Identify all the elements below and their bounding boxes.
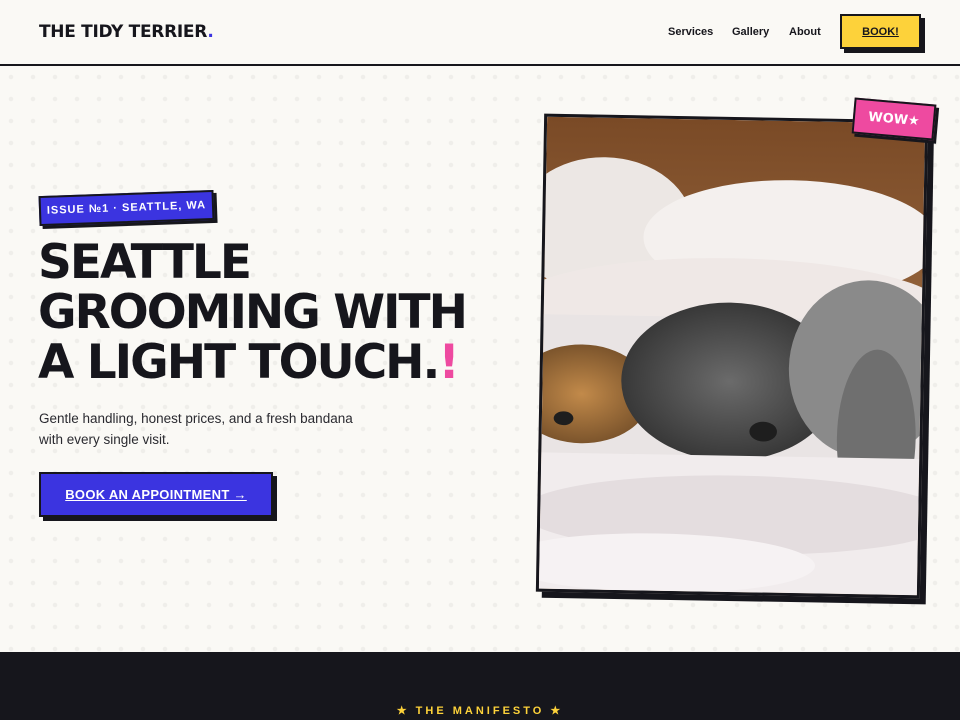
headline-line-1: SEATTLE [38, 235, 252, 290]
hero-headline: SEATTLE GROOMING WITH A LIGHT TOUCH.! [38, 238, 528, 388]
sleeping-dogs-image [538, 116, 926, 596]
manifesto-label: ★ THE MANIFESTO ★ [396, 705, 564, 717]
headline-line-3: A LIGHT TOUCH.! [38, 338, 528, 388]
headline-line-2: GROOMING WITH [38, 285, 468, 340]
hero-photo [535, 113, 929, 599]
issue-badge: ISSUE №1 · SEATTLE, WA [38, 189, 215, 227]
nav-book-button[interactable]: BOOK! [840, 14, 921, 49]
book-appointment-button[interactable]: BOOK AN APPOINTMENT → [39, 472, 273, 517]
navbar: THE TIDY TERRIER. Services Gallery About… [0, 0, 960, 66]
nav-link-about[interactable]: About [789, 26, 821, 38]
hero-subtitle: Gentle handling, honest prices, and a fr… [39, 411, 353, 447]
wow-sticker: WOW★ [851, 97, 937, 141]
brand-name: THE TIDY TERRIER [39, 22, 208, 42]
brand-dot: . [207, 22, 214, 42]
nav-link-services[interactable]: Services [668, 26, 713, 38]
manifesto-section: ★ THE MANIFESTO ★ [0, 652, 960, 720]
nav-link-gallery[interactable]: Gallery [732, 26, 769, 38]
brand-logo[interactable]: THE TIDY TERRIER. [39, 22, 214, 42]
headline-line-3-text: A LIGHT TOUCH. [38, 335, 440, 390]
headline-exclamation: ! [438, 335, 459, 390]
